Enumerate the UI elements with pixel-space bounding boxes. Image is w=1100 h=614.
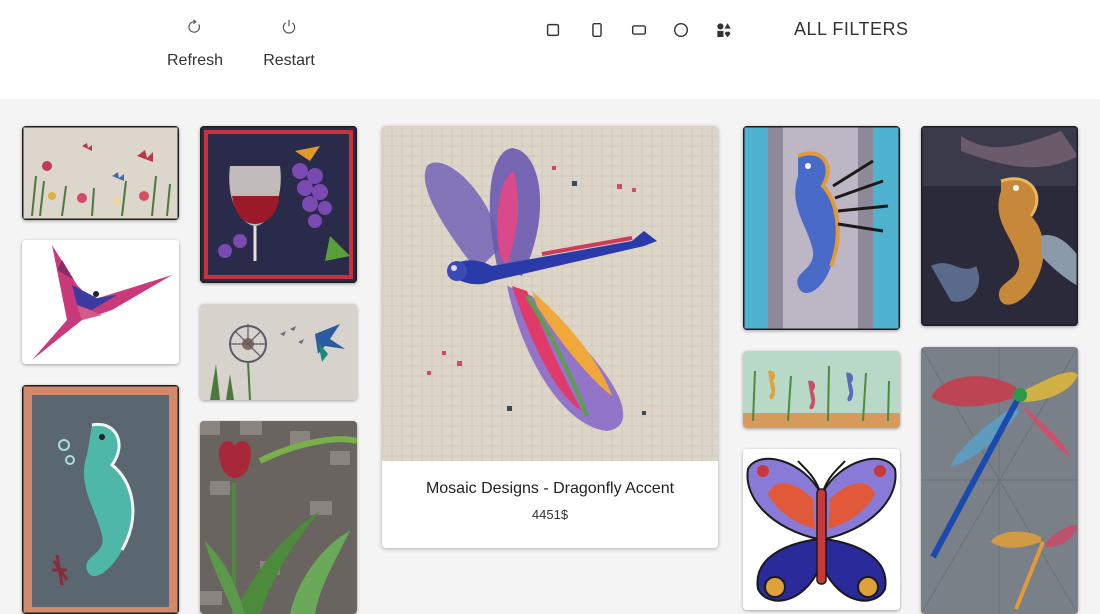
- wine-grapes-image: [200, 126, 357, 283]
- circle-icon: [673, 22, 689, 38]
- butterfly-image: [743, 449, 900, 610]
- tulip-image: [200, 421, 357, 614]
- featured-product-title: Mosaic Designs - Dragonfly Accent: [425, 480, 675, 497]
- mosaic-card-seahorse-turquoise[interactable]: [743, 126, 900, 330]
- dragonflies-grey-image: [921, 347, 1078, 614]
- mosaic-card-seahorse-dark[interactable]: [921, 126, 1078, 326]
- mosaic-card-seahorse-blue[interactable]: [22, 385, 179, 614]
- filter-portrait-button[interactable]: [587, 20, 607, 40]
- refresh-label: Refresh: [166, 52, 224, 69]
- mosaic-card-parrot[interactable]: [22, 240, 179, 364]
- mosaic-card-seahorse-reef[interactable]: [743, 351, 900, 428]
- filter-custom-button[interactable]: [714, 20, 734, 40]
- restart-label: Restart: [263, 52, 315, 69]
- toolbar: Refresh Restart ALL FILTERS: [0, 0, 1100, 99]
- seahorse-turquoise-image: [743, 126, 900, 330]
- filter-landscape-button[interactable]: [629, 20, 649, 40]
- mosaic-card-tulip[interactable]: [200, 421, 357, 614]
- landscape-rectangle-icon: [631, 25, 647, 35]
- mosaic-card-hummingbird-dandelion[interactable]: [200, 304, 357, 400]
- seahorse-blue-image: [22, 385, 179, 614]
- power-icon: [282, 19, 296, 34]
- featured-product-price: 4451$: [531, 507, 569, 522]
- square-icon: [546, 23, 560, 37]
- featured-product-image: [382, 126, 718, 461]
- seahorse-dark-image: [921, 126, 1078, 326]
- filter-circle-button[interactable]: [671, 20, 691, 40]
- featured-product-card[interactable]: Mosaic Designs - Dragonfly Accent 4451$: [382, 126, 718, 548]
- filter-square-button[interactable]: [543, 20, 563, 40]
- mosaic-card-wine-grapes[interactable]: [200, 126, 357, 283]
- mosaic-card-butterfly[interactable]: [743, 449, 900, 610]
- dragonfly-image: [382, 126, 718, 461]
- mosaic-card-butterflies-garden[interactable]: [22, 126, 179, 220]
- refresh-button[interactable]: Refresh: [160, 18, 230, 70]
- mosaic-card-dragonflies-grey[interactable]: [921, 347, 1078, 614]
- seahorse-reef-image: [743, 351, 900, 428]
- hummingbird-dandelion-image: [200, 304, 357, 400]
- restart-button[interactable]: Restart: [254, 18, 324, 70]
- portrait-rectangle-icon: [592, 22, 602, 38]
- all-filters-button[interactable]: ALL FILTERS: [794, 19, 909, 40]
- refresh-icon: [188, 19, 200, 33]
- custom-shapes-icon: [717, 23, 731, 38]
- parrot-image: [22, 240, 179, 364]
- butterflies-garden-image: [22, 126, 179, 220]
